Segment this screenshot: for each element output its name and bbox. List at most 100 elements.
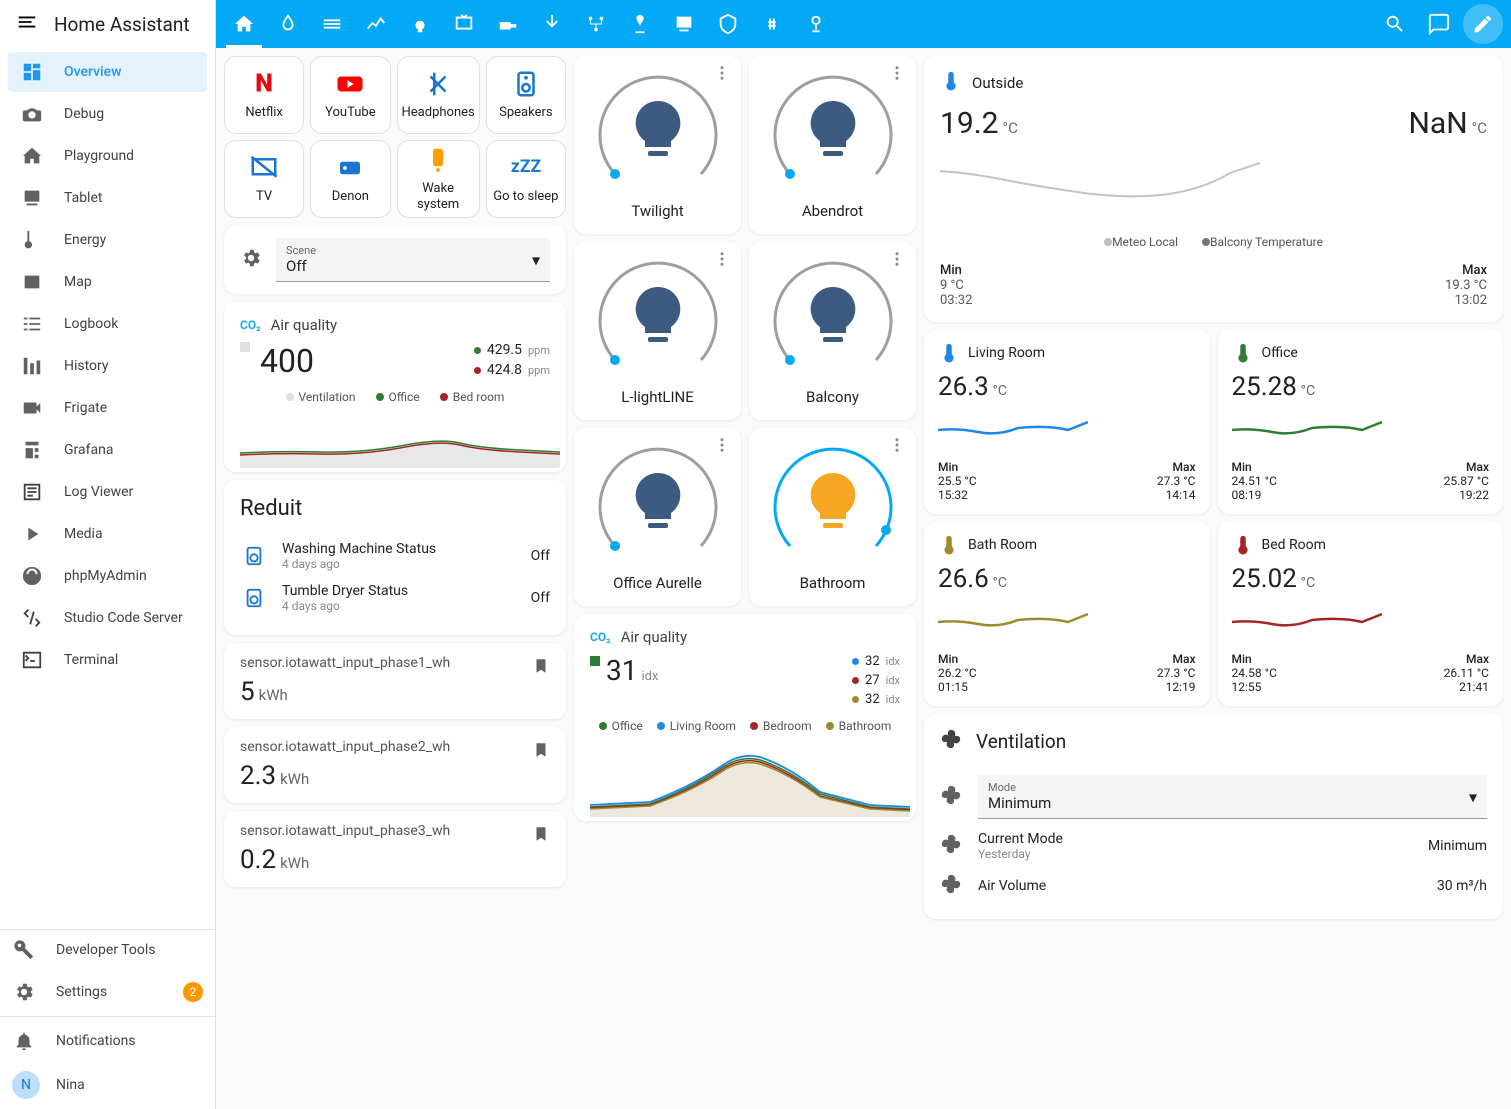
outside-card: Outside 19.2 °C NaN °C Meteo LocalBalcon… (924, 56, 1503, 322)
dashboard-tab-12[interactable] (752, 0, 792, 48)
menu-icon[interactable] (16, 11, 38, 37)
nav-icon (20, 270, 44, 294)
sidebar-item-label: Grafana (64, 442, 113, 458)
sidebar-item-label: Studio Code Server (64, 610, 183, 626)
quick-youtube[interactable]: YouTube (310, 56, 390, 134)
quick-netflix[interactable]: NNetflix (224, 56, 304, 134)
quick-denon[interactable]: Denon (310, 140, 390, 218)
quick-go-to-sleep[interactable]: zZZGo to sleep (486, 140, 566, 218)
user-name: Nina (56, 1077, 85, 1093)
scene-select[interactable]: Scene Off ▾ (276, 238, 550, 282)
dashboard-tab-3[interactable] (356, 0, 396, 48)
gear-icon (240, 247, 262, 273)
gear-icon (12, 980, 36, 1004)
temp-bed-room[interactable]: Bed Room 25.02 °C Min24.58 °C12:55Max26.… (1218, 522, 1504, 706)
light-twilight[interactable]: Twilight (574, 56, 741, 234)
sidebar-item-debug[interactable]: Debug (8, 94, 207, 134)
sidebar-item-map[interactable]: Map (8, 262, 207, 302)
entity-row[interactable]: Washing Machine Status4 days agoOff (240, 535, 550, 577)
quick-wake-system[interactable]: Wake system (397, 140, 480, 218)
nav-icon (20, 102, 44, 126)
nav-icon (20, 606, 44, 630)
sidebar-item-grafana[interactable]: Grafana (8, 430, 207, 470)
dashboard-tab-4[interactable] (400, 0, 440, 48)
nav-icon (20, 438, 44, 462)
scene-card: Scene Off ▾ (224, 226, 566, 294)
sidebar-item-terminal[interactable]: Terminal (8, 640, 207, 680)
light-office-aurelle[interactable]: Office Aurelle (574, 428, 741, 606)
sidebar-item-label: Terminal (64, 652, 118, 668)
sidebar-item-frigate[interactable]: Frigate (8, 388, 207, 428)
nav-icon (20, 144, 44, 168)
ventilation-mode-select[interactable]: Mode Minimum ▾ (978, 775, 1487, 819)
chevron-down-icon: ▾ (532, 250, 540, 269)
vent-row[interactable]: Air Volume30 m³/h (940, 867, 1487, 905)
sidebar-item-energy[interactable]: Energy (8, 220, 207, 260)
sidebar: Home Assistant Overview DebugPlaygroundTa… (0, 0, 216, 1109)
sidebar-item-label: Overview (64, 64, 121, 80)
vent-row[interactable]: Current ModeYesterdayMinimum (940, 825, 1487, 867)
quick-tv[interactable]: TV (224, 140, 304, 218)
sidebar-item-phpmyadmin[interactable]: phpMyAdmin (8, 556, 207, 596)
sidebar-item-studio-code-server[interactable]: Studio Code Server (8, 598, 207, 638)
dashboard-tab-1[interactable] (268, 0, 308, 48)
sidebar-item-media[interactable]: Media (8, 514, 207, 554)
fan-icon (940, 833, 964, 859)
dashboard-tab-13[interactable] (796, 0, 836, 48)
dashboard-tab-10[interactable] (664, 0, 704, 48)
thermometer-icon (940, 70, 962, 96)
light-abendrot[interactable]: Abendrot (749, 56, 916, 234)
sidebar-item-label: Notifications (56, 1033, 136, 1049)
sidebar-item-user[interactable]: N Nina (0, 1063, 215, 1107)
sidebar-item-label: History (64, 358, 109, 374)
temp-living-room[interactable]: Living Room 26.3 °C Min25.5 °C15:32Max27… (924, 330, 1210, 514)
sensor-card[interactable]: sensor.iotawatt_input_phase1_wh5 kWh (224, 643, 566, 719)
dashboard-tab-2[interactable] (312, 0, 352, 48)
appliance-icon (240, 545, 268, 567)
sidebar-header: Home Assistant (0, 0, 215, 48)
sidebar-item-overview[interactable]: Overview (8, 52, 207, 92)
dashboard-tab-5[interactable] (444, 0, 484, 48)
ventilation-card: Ventilation Mode Minimum ▾ Current ModeY… (924, 714, 1503, 919)
sidebar-item-tablet[interactable]: Tablet (8, 178, 207, 218)
light-balcony[interactable]: Balcony (749, 242, 916, 420)
dashboard-tab-6[interactable] (488, 0, 528, 48)
sensor-card[interactable]: sensor.iotawatt_input_phase3_wh0.2 kWh (224, 811, 566, 887)
sidebar-item-developer-tools[interactable]: Developer Tools (0, 930, 215, 970)
dashboard-tab-7[interactable] (532, 0, 572, 48)
sidebar-item-settings[interactable]: Settings 2 (0, 972, 215, 1012)
sensor-card[interactable]: sensor.iotawatt_input_phase2_wh2.3 kWh (224, 727, 566, 803)
light-l-lightline[interactable]: L-lightLINE (574, 242, 741, 420)
dashboard-tab-11[interactable] (708, 0, 748, 48)
lights-grid: Twilight Abendrot L-lightLINE Balcony (574, 56, 916, 606)
sidebar-item-logbook[interactable]: Logbook (8, 304, 207, 344)
sidebar-item-playground[interactable]: Playground (8, 136, 207, 176)
sidebar-item-label: Log Viewer (64, 484, 133, 500)
search-button[interactable] (1375, 4, 1415, 44)
edit-button[interactable] (1463, 4, 1503, 44)
dashboard-tab-0[interactable] (224, 0, 264, 48)
fan-icon (940, 728, 962, 755)
user-avatar: N (12, 1071, 40, 1099)
sidebar-item-notifications[interactable]: Notifications (0, 1021, 215, 1061)
svg-text:N: N (255, 70, 273, 99)
dashboard-tab-9[interactable] (620, 0, 660, 48)
co2-icon: CO₂ (240, 318, 261, 332)
nav-icon (20, 60, 44, 84)
entity-row[interactable]: Tumble Dryer Status4 days agoOff (240, 577, 550, 619)
thermometer-icon (938, 342, 960, 364)
sidebar-item-label: Media (64, 526, 103, 542)
sidebar-item-log-viewer[interactable]: Log Viewer (8, 472, 207, 512)
appliance-icon (240, 587, 268, 609)
quick-speakers[interactable]: Speakers (486, 56, 566, 134)
sidebar-item-history[interactable]: History (8, 346, 207, 386)
assist-button[interactable] (1419, 4, 1459, 44)
quick-headphones[interactable]: Headphones (397, 56, 480, 134)
temp-bath-room[interactable]: Bath Room 26.6 °C Min26.2 °C01:15Max27.3… (924, 522, 1210, 706)
light-bathroom[interactable]: Bathroom (749, 428, 916, 606)
sidebar-item-label: Developer Tools (56, 942, 156, 958)
temp-office[interactable]: Office 25.28 °C Min24.51 °C08:19Max25.87… (1218, 330, 1504, 514)
thermometer-icon (1232, 534, 1254, 556)
sidebar-item-label: Settings (56, 984, 107, 1000)
dashboard-tab-8[interactable] (576, 0, 616, 48)
